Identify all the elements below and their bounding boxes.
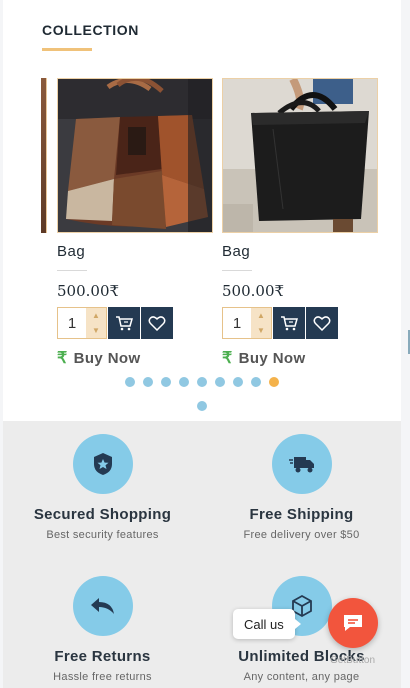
buy-now-link[interactable]: ₹ Buy Now (57, 348, 141, 368)
feature-icon-circle (72, 576, 133, 636)
page: COLLECTION Bag 500.00₹ 1 ▲ ▼ ₹ Buy Now B… (3, 0, 401, 688)
features-section: Secured Shopping Best security features … (3, 421, 401, 688)
cart-icon (281, 316, 298, 331)
section-title: COLLECTION (42, 22, 139, 38)
buy-now-link[interactable]: ₹ Buy Now (222, 348, 306, 368)
cart-icon (116, 316, 133, 331)
carousel-dot[interactable] (179, 377, 189, 387)
call-us-tooltip[interactable]: Call us (233, 609, 301, 639)
getbutton-brand[interactable]: GetButton (330, 655, 375, 666)
product-price: 500.00₹ (222, 282, 285, 300)
carousel-dot[interactable] (215, 377, 225, 387)
feature-free-returns: Free Returns Hassle free returns (3, 576, 202, 683)
shield-badge-icon (93, 453, 112, 475)
feature-subtitle: Best security features (46, 529, 159, 541)
carousel-dots-row-1 (3, 377, 401, 387)
decrement-icon[interactable]: ▼ (86, 323, 106, 338)
purchase-controls: ▲ ▼ (222, 307, 338, 339)
title-underline (42, 48, 92, 51)
return-arrow-icon (89, 598, 114, 614)
carousel-dots-row-2 (3, 401, 401, 411)
product-price: 500.00₹ (57, 282, 120, 300)
feature-subtitle: Any content, any page (243, 671, 360, 683)
feature-secured-shopping: Secured Shopping Best security features (3, 434, 202, 541)
quantity-steps: ▲ ▼ (86, 308, 106, 338)
buy-now-label: Buy Now (73, 349, 141, 367)
increment-icon[interactable]: ▲ (251, 308, 271, 323)
quantity-input[interactable] (58, 308, 86, 338)
product-card: Bag 500.00₹ ▲ ▼ (57, 78, 213, 367)
feature-icon-circle (72, 434, 133, 494)
increment-icon[interactable]: ▲ (86, 308, 106, 323)
add-to-cart-button[interactable] (108, 307, 140, 339)
carousel-dot[interactable] (197, 401, 207, 411)
add-to-cart-button[interactable] (273, 307, 305, 339)
carousel-dot[interactable] (197, 377, 207, 387)
wishlist-button[interactable] (141, 307, 173, 339)
buy-now-label: Buy Now (238, 349, 306, 367)
decrement-icon[interactable]: ▼ (251, 323, 271, 338)
feature-icon-circle (271, 434, 332, 494)
chat-bubble-icon (344, 615, 362, 631)
feature-title: Free Shipping (249, 506, 354, 523)
feature-subtitle: Free delivery over $50 (243, 529, 360, 541)
carousel-dot-active[interactable] (269, 377, 279, 387)
wishlist-button[interactable] (306, 307, 338, 339)
product-name[interactable]: Bag (222, 243, 250, 260)
name-divider (57, 270, 87, 271)
product-image[interactable] (57, 78, 213, 233)
name-divider (222, 270, 252, 271)
call-button[interactable] (328, 598, 378, 648)
quantity-stepper[interactable]: ▲ ▼ (222, 307, 272, 339)
delivery-truck-icon (288, 457, 314, 473)
quantity-stepper[interactable]: ▲ ▼ (57, 307, 107, 339)
rupee-icon: ₹ (57, 350, 68, 367)
carousel-dot[interactable] (233, 377, 243, 387)
product-name[interactable]: Bag (57, 243, 85, 260)
carousel-dot[interactable] (161, 377, 171, 387)
product-image[interactable] (222, 78, 378, 233)
rupee-icon: ₹ (222, 350, 233, 367)
feature-free-shipping: Free Shipping Free delivery over $50 (202, 434, 401, 541)
carousel-dot[interactable] (143, 377, 153, 387)
carousel-dot[interactable] (251, 377, 261, 387)
feature-subtitle: Hassle free returns (53, 671, 152, 683)
feature-title: Secured Shopping (33, 506, 172, 523)
product-card: Bag 500.00₹ ▲ ▼ (222, 78, 378, 367)
quantity-steps: ▲ ▼ (251, 308, 271, 338)
heart-icon (313, 316, 331, 331)
carousel-dot[interactable] (125, 377, 135, 387)
previous-product-image-edge[interactable] (41, 78, 47, 233)
quantity-input[interactable] (223, 308, 251, 338)
feature-title: Free Returns (54, 648, 151, 665)
purchase-controls: ▲ ▼ (57, 307, 173, 339)
heart-icon (148, 316, 166, 331)
